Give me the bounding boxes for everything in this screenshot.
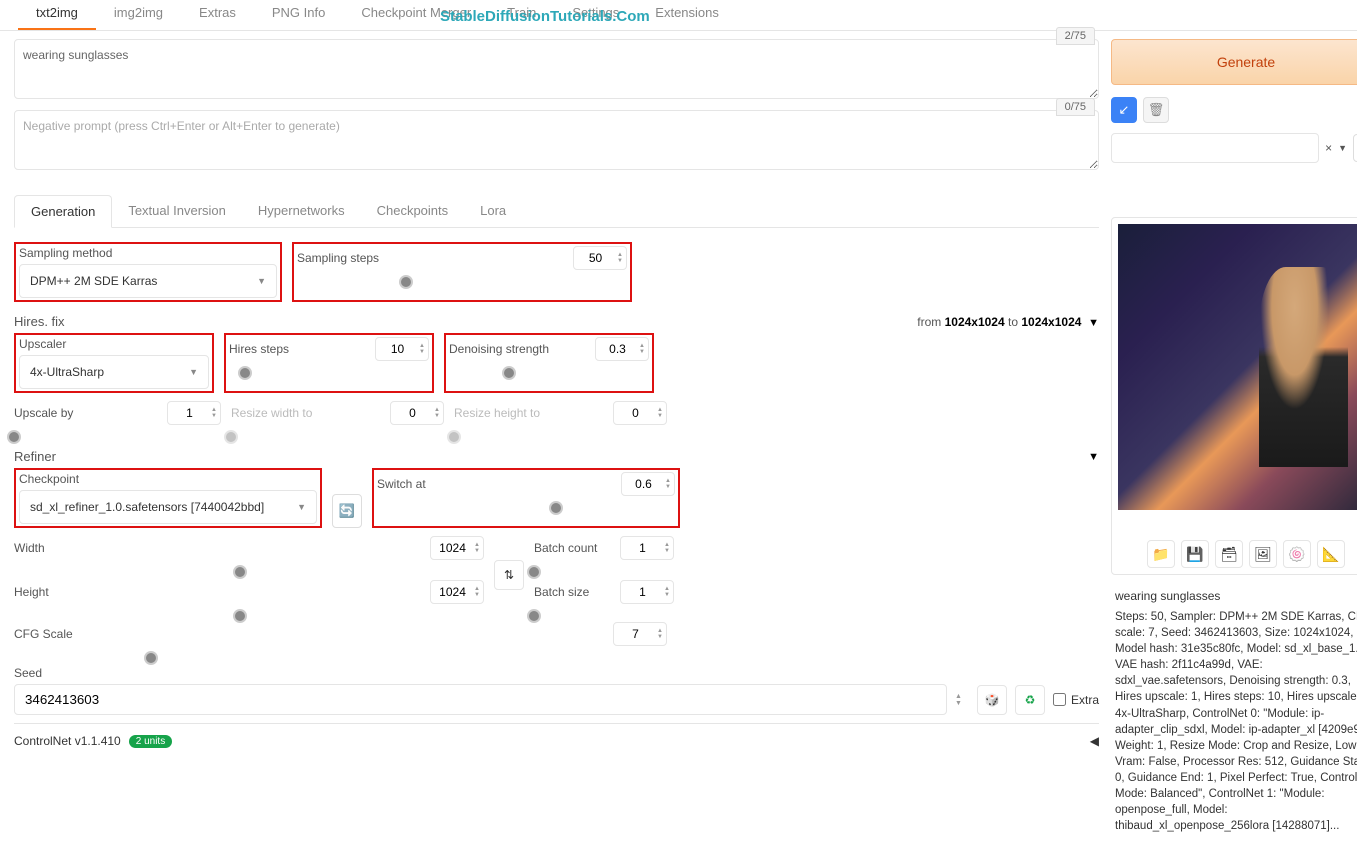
send-extras-button[interactable]: 📐 — [1317, 540, 1345, 568]
negative-prompt-area: 0/75 — [14, 110, 1099, 173]
upscaler-value: 4x-UltraSharp — [30, 365, 104, 379]
seed-extra-checkbox[interactable]: Extra — [1053, 693, 1099, 707]
controlnet-collapse-icon[interactable]: ◀ — [1090, 734, 1099, 748]
subtab-lora[interactable]: Lora — [464, 195, 522, 227]
upscale-by-input[interactable]: ▲▼ — [167, 401, 221, 425]
hires-collapse-icon[interactable]: ▼ — [1088, 317, 1099, 329]
save-button[interactable]: 💾 — [1181, 540, 1209, 568]
prompt-input[interactable]: wearing sunglasses — [14, 39, 1099, 99]
sampling-method-label: Sampling method — [19, 246, 277, 260]
upscaler-label: Upscaler — [19, 337, 209, 351]
save-zip-button[interactable]: 🗃 — [1215, 540, 1243, 568]
tab-txt2img[interactable]: txt2img — [18, 0, 96, 30]
swap-dims-button[interactable]: ⇅ — [494, 560, 524, 590]
batch-count-input[interactable]: ▲▼ — [620, 536, 674, 560]
subtabs: Generation Textual Inversion Hypernetwor… — [14, 195, 1099, 228]
tab-img2img[interactable]: img2img — [96, 0, 181, 30]
sampling-method-field: Sampling method DPM++ 2M SDE Karras ▼ — [19, 246, 277, 298]
seed-input[interactable] — [14, 684, 947, 715]
refiner-ckpt-select[interactable]: sd_xl_refiner_1.0.safetensors [7440042bb… — [19, 490, 317, 524]
width-label: Width — [14, 541, 45, 555]
hires-steps-input[interactable]: ▲▼ — [375, 337, 429, 361]
height-input[interactable]: ▲▼ — [430, 580, 484, 604]
send-img2img-button[interactable]: 🖼 — [1249, 540, 1277, 568]
controlnet-units-badge: 2 units — [129, 735, 172, 748]
generate-button[interactable]: Generate — [1111, 39, 1357, 85]
prompt-token-counter: 2/75 — [1056, 27, 1095, 45]
refiner-ckpt-label: Checkpoint — [19, 472, 317, 486]
width-input[interactable]: ▲▼ — [430, 536, 484, 560]
height-label: Height — [14, 585, 49, 599]
output-image[interactable] — [1118, 224, 1357, 510]
apply-style-button[interactable]: ↙ — [1111, 97, 1137, 123]
hires-dims: from 1024x1024 to 1024x1024 ▼ — [917, 315, 1099, 329]
upscaler-select[interactable]: 4x-UltraSharp ▼ — [19, 355, 209, 389]
clear-prompt-button[interactable]: 🗑 — [1143, 97, 1169, 123]
watermark: StableDiffusionTutorials.Com — [440, 8, 650, 25]
upscale-by-label: Upscale by — [14, 406, 73, 420]
output-metadata-text: Steps: 50, Sampler: DPM++ 2M SDE Karras,… — [1115, 609, 1357, 834]
denoise-label: Denoising strength — [449, 342, 549, 356]
chevron-down-icon: ▼ — [189, 367, 198, 377]
batch-count-label: Batch count — [534, 541, 597, 555]
prompt-area: 2/75 wearing sunglasses — [14, 39, 1099, 102]
refiner-switch-input[interactable]: ▲▼ — [621, 472, 675, 496]
main-tabs: txt2img img2img Extras PNG Info Checkpoi… — [0, 0, 1357, 31]
refiner-ckpt-value: sd_xl_refiner_1.0.safetensors [7440042bb… — [30, 500, 264, 514]
sampling-steps-input[interactable]: ▲▼ — [573, 246, 627, 270]
seed-random-button[interactable]: 🎲 — [977, 685, 1007, 715]
negative-prompt-input[interactable] — [14, 110, 1099, 170]
refiner-switch-label: Switch at — [377, 477, 426, 491]
resize-width-label: Resize width to — [231, 406, 312, 420]
sampling-steps-label: Sampling steps — [297, 251, 379, 265]
cfg-label: CFG Scale — [14, 627, 73, 641]
hires-steps-label: Hires steps — [229, 342, 289, 356]
tab-pnginfo[interactable]: PNG Info — [254, 0, 343, 30]
hires-header: Hires. fix — [14, 314, 65, 329]
chevron-down-icon: ▼ — [257, 276, 266, 286]
styles-select[interactable] — [1111, 133, 1319, 163]
resize-height-input[interactable]: ▲▼ — [613, 401, 667, 425]
resize-width-input[interactable]: ▲▼ — [390, 401, 444, 425]
tab-extras[interactable]: Extras — [181, 0, 254, 30]
styles-clear-icon[interactable]: × — [1325, 141, 1332, 155]
seed-reuse-button[interactable]: ♻ — [1015, 685, 1045, 715]
sampling-method-value: DPM++ 2M SDE Karras — [30, 274, 157, 288]
chevron-down-icon[interactable]: ▼ — [1338, 143, 1347, 153]
edit-styles-button[interactable]: ✎ — [1353, 134, 1357, 162]
refiner-header: Refiner — [14, 449, 56, 464]
subtab-hypernetworks[interactable]: Hypernetworks — [242, 195, 361, 227]
refiner-refresh-button[interactable]: 🔄 — [332, 494, 362, 528]
controlnet-label: ControlNet v1.1.410 — [14, 734, 121, 748]
chevron-down-icon: ▼ — [297, 502, 306, 512]
send-inpaint-button[interactable]: 🍥 — [1283, 540, 1311, 568]
subtab-checkpoints[interactable]: Checkpoints — [361, 195, 465, 227]
batch-size-label: Batch size — [534, 585, 589, 599]
tab-extensions[interactable]: Extensions — [637, 0, 737, 30]
subtab-generation[interactable]: Generation — [14, 195, 112, 228]
seed-label: Seed — [14, 666, 1099, 680]
subtab-textual-inversion[interactable]: Textual Inversion — [112, 195, 242, 227]
batch-size-input[interactable]: ▲▼ — [620, 580, 674, 604]
output-prompt-text: wearing sunglasses — [1115, 589, 1357, 603]
refiner-collapse-icon[interactable]: ▼ — [1088, 451, 1099, 463]
negprompt-token-counter: 0/75 — [1056, 98, 1095, 116]
resize-height-label: Resize height to — [454, 406, 540, 420]
denoise-input[interactable]: ▲▼ — [595, 337, 649, 361]
open-folder-button[interactable]: 📁 — [1147, 540, 1175, 568]
cfg-input[interactable]: ▲▼ — [613, 622, 667, 646]
sampling-method-select[interactable]: DPM++ 2M SDE Karras ▼ — [19, 264, 277, 298]
